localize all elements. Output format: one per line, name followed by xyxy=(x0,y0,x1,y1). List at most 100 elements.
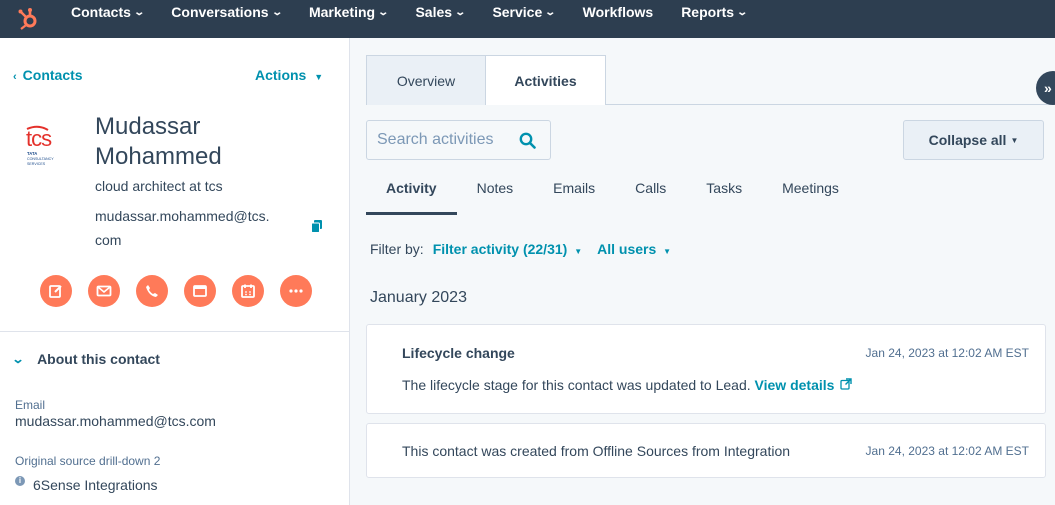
collapse-all-label: Collapse all xyxy=(928,132,1007,148)
filter-activity-label: Filter activity (22/31) xyxy=(432,241,568,257)
activity-type-tabs: Activity Notes Emails Calls Tasks Meetin… xyxy=(366,176,859,216)
email-property-value[interactable]: mudassar.mohammed@tcs.com xyxy=(15,413,216,429)
nav-item-reports[interactable]: Reports ⌄ xyxy=(666,0,759,31)
caret-down-icon: ▼ xyxy=(663,247,672,256)
subtab-calls[interactable]: Calls xyxy=(615,176,686,215)
make-call-button[interactable] xyxy=(136,275,168,307)
nav-item-label: Conversations xyxy=(171,4,269,20)
nav-item-label: Marketing xyxy=(308,4,376,20)
double-chevron-right-icon[interactable]: » xyxy=(1036,71,1055,105)
chevron-down-icon: ⌄ xyxy=(270,6,283,18)
top-navigation: Contacts ⌄ Conversations ⌄ Marketing ⌄ Sales ⌄ S… xyxy=(0,0,1055,38)
contact-sidebar: ‹ Contacts Actions ▼ tcs TATA CONSULTANCY… xyxy=(0,38,350,505)
svg-text:CONSULTANCY: CONSULTANCY xyxy=(27,157,54,161)
filter-row: Filter by: Filter activity (22/31) ▼ All… xyxy=(370,241,671,257)
copy-icon[interactable] xyxy=(311,220,323,238)
chevron-down-icon: ⌄ xyxy=(11,352,25,366)
subtab-activity[interactable]: Activity xyxy=(366,176,457,215)
about-title: About this contact xyxy=(37,351,160,367)
about-section-header[interactable]: ⌄ About this contact xyxy=(11,351,160,367)
activity-body-row: The lifecycle stage for this contact was… xyxy=(402,377,853,393)
subtab-meetings[interactable]: Meetings xyxy=(762,176,859,215)
chevron-down-icon: ⌄ xyxy=(454,6,467,18)
call-icon xyxy=(146,285,158,297)
more-actions-button[interactable] xyxy=(280,275,312,307)
create-task-button[interactable] xyxy=(184,275,216,307)
activity-body: The lifecycle stage for this contact was… xyxy=(402,377,751,393)
nav-item-label: Service xyxy=(492,4,543,20)
create-note-button[interactable] xyxy=(40,275,72,307)
contact-name: Mudassar Mohammed xyxy=(95,113,222,170)
activity-title: Lifecycle change xyxy=(402,345,515,361)
contact-email[interactable]: mudassar.mohammed@tcs.com xyxy=(95,204,275,252)
activity-panel: Overview Activities » Search activities … xyxy=(350,38,1055,505)
tab-overview[interactable]: Overview xyxy=(366,55,486,105)
company-logo-text: tcs xyxy=(26,126,52,151)
nav-item-service[interactable]: Service ⌄ xyxy=(477,0,567,31)
view-details-label: View details xyxy=(754,377,835,393)
source-property-value-row[interactable]: i 6Sense Integrations xyxy=(15,476,158,493)
caret-down-icon: ▼ xyxy=(1010,135,1019,145)
svg-text:SERVICES: SERVICES xyxy=(27,162,46,166)
back-link-label: Contacts xyxy=(22,67,83,83)
external-link-icon xyxy=(840,378,853,390)
subtab-emails[interactable]: Emails xyxy=(533,176,615,215)
nav-item-label: Sales xyxy=(415,4,453,20)
email-property-label: Email xyxy=(15,398,46,412)
nav-item-label: Reports xyxy=(681,4,735,20)
nav-menu: Contacts ⌄ Conversations ⌄ Marketing ⌄ Sales ⌄ S… xyxy=(56,0,759,38)
schedule-meeting-button[interactable] xyxy=(232,275,264,307)
actions-label: Actions xyxy=(255,67,307,83)
activity-timestamp: Jan 24, 2023 at 12:02 AM EST xyxy=(865,444,1029,458)
back-to-contacts-link[interactable]: ‹ Contacts xyxy=(13,67,83,83)
nav-item-marketing[interactable]: Marketing ⌄ xyxy=(294,0,401,31)
filter-label: Filter by: xyxy=(370,241,424,257)
nav-item-label: Workflows xyxy=(582,4,654,20)
contact-action-buttons xyxy=(40,275,312,307)
nav-item-contacts[interactable]: Contacts ⌄ xyxy=(56,0,156,31)
svg-text:TATA: TATA xyxy=(27,151,37,156)
source-property-label: Original source drill-down 2 xyxy=(15,454,161,468)
view-details-link[interactable]: View details xyxy=(755,377,853,393)
month-heading: January 2023 xyxy=(370,289,467,306)
activity-card[interactable]: Lifecycle change Jan 24, 2023 at 12:02 A… xyxy=(366,324,1046,414)
chevron-down-icon: ⌄ xyxy=(736,6,749,18)
chevron-down-icon: ⌄ xyxy=(544,6,557,18)
activity-card[interactable]: This contact was created from Offline So… xyxy=(366,423,1046,478)
chevron-left-icon: ‹ xyxy=(13,71,17,83)
chevron-down-icon: ⌄ xyxy=(133,6,145,18)
hubspot-logo-icon[interactable] xyxy=(0,0,56,38)
note-icon xyxy=(49,285,62,298)
tab-activities[interactable]: Activities xyxy=(485,55,606,105)
activity-body: This contact was created from Offline So… xyxy=(402,443,791,459)
nav-item-conversations[interactable]: Conversations ⌄ xyxy=(156,0,294,31)
caret-down-icon: ▼ xyxy=(574,247,583,256)
subtab-notes[interactable]: Notes xyxy=(457,176,534,215)
nav-item-sales[interactable]: Sales ⌄ xyxy=(400,0,477,31)
chevron-down-icon: ⌄ xyxy=(377,6,390,18)
filter-activity-dropdown[interactable]: Filter activity (22/31) ▼ xyxy=(433,241,582,257)
search-icon[interactable] xyxy=(519,132,536,149)
section-divider xyxy=(0,331,350,332)
job-title: cloud architect at tcs xyxy=(95,178,223,194)
source-property-value: 6Sense Integrations xyxy=(33,477,158,493)
email-icon xyxy=(96,285,112,297)
actions-dropdown[interactable]: Actions ▼ xyxy=(255,67,323,83)
nav-item-workflows[interactable]: Workflows xyxy=(568,0,667,31)
collapse-all-button[interactable]: Collapse all ▼ xyxy=(903,120,1044,160)
search-activities-input[interactable]: Search activities xyxy=(366,120,551,160)
nav-item-label: Contacts xyxy=(71,4,131,20)
more-icon xyxy=(289,289,303,293)
all-users-label: All users xyxy=(597,241,657,257)
all-users-dropdown[interactable]: All users ▼ xyxy=(597,241,671,257)
task-icon xyxy=(193,285,207,297)
info-icon[interactable]: i xyxy=(15,476,25,486)
tabs-divider xyxy=(606,104,1055,105)
send-email-button[interactable] xyxy=(88,275,120,307)
caret-down-icon: ▼ xyxy=(314,72,324,82)
company-logo: tcs TATA CONSULTANCY SERVICES xyxy=(24,124,70,170)
activity-timestamp: Jan 24, 2023 at 12:02 AM EST xyxy=(865,346,1029,360)
meeting-icon xyxy=(241,284,255,298)
search-placeholder: Search activities xyxy=(377,131,494,148)
subtab-tasks[interactable]: Tasks xyxy=(686,176,762,215)
